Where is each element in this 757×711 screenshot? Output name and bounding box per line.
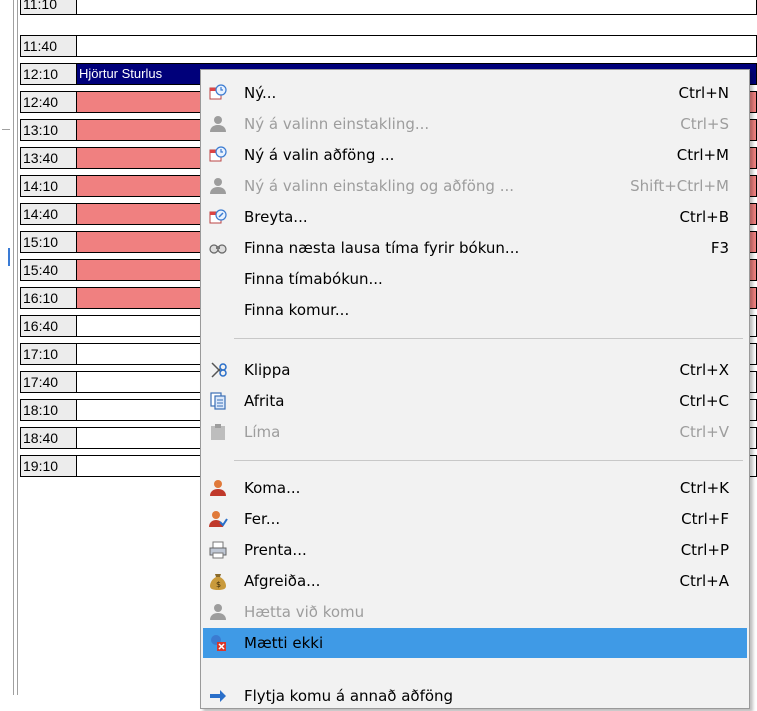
time-label: 14:10 [20,175,76,197]
binoculars-icon [208,238,228,258]
menu-item-find-booking[interactable]: Finna tímabókun... [203,264,747,294]
person-icon [208,176,228,196]
menu-item-label: Ný á valinn einstakling... [244,115,430,133]
time-label: 11:40 [20,35,76,57]
menu-item-find-next-free[interactable]: Finna næsta lausa tíma fyrir bókun... F3 [203,233,747,263]
menu-item-new[interactable]: Ný... Ctrl+N [203,78,747,108]
menu-item-copy[interactable]: Afrita Ctrl+C [203,386,747,416]
time-label: 15:40 [20,259,76,281]
person-icon [208,602,228,622]
time-slot[interactable] [76,0,757,15]
copy-icon [208,391,228,411]
menu-item-label: Prenta... [244,541,307,559]
menu-item-label: Ný á valinn einstakling og aðföng ... [244,177,515,195]
calendar-edit-icon [208,207,228,227]
menu-item-label: Ný... [244,84,277,102]
menu-item-label: Fer... [244,510,281,528]
calendar-clock-icon [208,145,228,165]
time-label: 17:10 [20,343,76,365]
menu-item-paste[interactable]: Líma Ctrl+V [203,417,747,447]
menu-item-cut[interactable]: Klippa Ctrl+X [203,355,747,385]
menu-item-label: Flytja komu á annað aðföng [244,687,454,705]
menu-item-label: Breyta... [244,208,308,226]
calendar-clock-icon [208,83,228,103]
menu-item-label: Hætta við komu [244,603,365,621]
menu-item-arrive[interactable]: Koma... Ctrl+K [203,473,747,503]
menu-item-label: Mætti ekki [244,634,324,652]
menu-item-label: Finna tímabókun... [244,270,383,288]
time-label: 12:10 [20,63,76,85]
menu-item-label: Líma [244,423,281,441]
time-label: 16:10 [20,287,76,309]
menu-separator [234,460,743,461]
arrow-icon [208,686,228,706]
menu-item-label: Ný á valin aðföng ... [244,146,395,164]
menu-item-label: Klippa [244,361,291,379]
menu-item-cancel-arrival[interactable]: Hætta við komu [203,597,747,627]
no-show-icon [208,633,228,653]
menu-item-leave[interactable]: Fer... Ctrl+F [203,504,747,534]
menu-item-shortcut: Ctrl+A [679,572,729,590]
menu-item-move-arrival[interactable]: Flytja komu á annað aðföng [203,681,747,711]
time-row[interactable]: 11:40 [20,35,757,65]
paste-icon [208,422,228,442]
menu-item-no-show[interactable]: Mætti ekki [203,628,747,658]
menu-item-shortcut: F3 [710,239,729,257]
printer-icon [208,540,228,560]
menu-item-new-for-person[interactable]: Ný á valinn einstakling... Ctrl+S [203,109,747,139]
menu-item-checkout[interactable]: $ Afgreiða... Ctrl+A [203,566,747,596]
time-label: 11:10 [20,0,76,15]
menu-item-shortcut: Ctrl+V [679,423,729,441]
menu-item-shortcut: Ctrl+B [679,208,729,226]
time-label: 16:40 [20,315,76,337]
menu-item-new-for-resource[interactable]: Ný á valin aðföng ... Ctrl+M [203,140,747,170]
time-label: 17:40 [20,371,76,393]
menu-item-print[interactable]: Prenta... Ctrl+P [203,535,747,565]
person-leave-icon [208,509,228,529]
menu-item-find-arrivals[interactable]: Finna komur... [203,295,747,325]
menu-item-shortcut: Ctrl+M [676,146,729,164]
time-label: 14:40 [20,203,76,225]
menu-separator [234,338,743,339]
time-slot[interactable] [76,35,757,57]
menu-item-shortcut: Ctrl+C [679,392,729,410]
time-label: 13:40 [20,147,76,169]
menu-item-edit[interactable]: Breyta... Ctrl+B [203,202,747,232]
menu-item-shortcut: Ctrl+N [678,84,729,102]
time-row[interactable]: 11:10 [20,0,757,23]
menu-item-shortcut: Ctrl+K [679,479,729,497]
panel-border [13,0,14,695]
menu-item-label: Finna komur... [244,301,350,319]
person-icon [208,114,228,134]
time-label: 15:10 [20,231,76,253]
selection-indicator [8,248,10,266]
menu-item-label: Afgreiða... [244,572,321,590]
time-label: 18:10 [20,399,76,421]
time-label: 13:10 [20,119,76,141]
menu-item-shortcut: Ctrl+F [681,510,729,528]
menu-item-label: Finna næsta lausa tíma fyrir bókun... [244,239,520,257]
scissors-icon [208,360,228,380]
time-label: 19:10 [20,455,76,477]
menu-item-shortcut: Ctrl+S [680,115,729,133]
splitter-tick [2,129,10,130]
menu-item-shortcut: Ctrl+P [680,541,729,559]
context-menu: Ný... Ctrl+N Ný á valinn einstakling... … [200,69,750,709]
panel-border [17,0,18,695]
menu-item-shortcut: Shift+Ctrl+M [630,177,729,195]
menu-item-label: Koma... [244,479,301,497]
menu-item-shortcut: Ctrl+X [679,361,729,379]
svg-text:$: $ [216,580,221,589]
person-arrive-icon [208,478,228,498]
menu-item-label: Afrita [244,392,285,410]
time-label: 18:40 [20,427,76,449]
time-label: 12:40 [20,91,76,113]
menu-item-new-for-person-and-resource[interactable]: Ný á valinn einstakling og aðföng ... Sh… [203,171,747,201]
money-bag-icon: $ [208,571,228,591]
left-panel-edge [0,0,20,695]
